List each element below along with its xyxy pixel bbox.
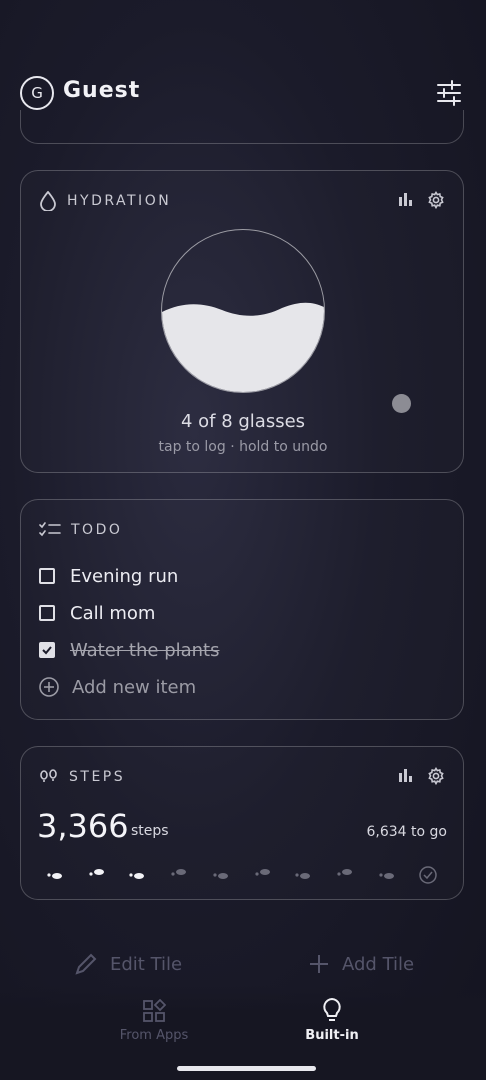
- todo-checkbox[interactable]: [39, 568, 55, 584]
- app-header: G Guest: [20, 76, 466, 110]
- todo-item[interactable]: Evening run: [39, 563, 178, 589]
- water-glass[interactable]: [161, 229, 325, 393]
- todo-item-label: Water the plants: [70, 639, 220, 661]
- todo-tile: TODO Evening run Call mom Water the plan…: [20, 499, 464, 720]
- gear-icon[interactable]: [427, 766, 445, 786]
- apps-grid-icon: [143, 999, 166, 1022]
- tab-from-apps[interactable]: From Apps: [79, 997, 229, 1047]
- footprint-icon: [211, 867, 233, 883]
- hydration-title: HYDRATION: [67, 193, 172, 209]
- todo-checkbox-checked[interactable]: [39, 642, 55, 658]
- steps-count: 3,366: [37, 807, 129, 845]
- add-item-label: Add new item: [72, 676, 197, 698]
- lightbulb-icon: [323, 997, 341, 1021]
- goal-check-icon: [418, 865, 440, 884]
- footprint-icon: [87, 867, 109, 883]
- tab-from-apps-label: From Apps: [119, 1028, 189, 1043]
- footprint-icon: [253, 867, 275, 883]
- todo-checkbox[interactable]: [39, 605, 55, 621]
- bar-chart-icon[interactable]: [397, 191, 415, 209]
- edit-tile-button[interactable]: Edit Tile: [74, 950, 182, 978]
- edit-tile-label: Edit Tile: [110, 953, 183, 975]
- plus-icon: [310, 955, 328, 973]
- previous-tile-edge: [20, 110, 464, 144]
- footprint-icon: [335, 867, 357, 883]
- steps-remaining: 6,634 to go: [366, 824, 448, 840]
- steps-tile[interactable]: STEPS 3,366 steps 6,634 to go: [20, 746, 464, 900]
- todo-item[interactable]: Call mom: [39, 600, 155, 626]
- checklist-icon: [39, 522, 61, 537]
- sliders-icon[interactable]: [436, 80, 462, 106]
- footprint-icon: [45, 867, 67, 883]
- steps-title-row: STEPS: [39, 767, 125, 787]
- hydration-tile[interactable]: HYDRATION 4 of 8 glasses tap to log · ho…: [20, 170, 464, 473]
- home-indicator: [177, 1066, 316, 1071]
- todo-item[interactable]: Water the plants: [39, 637, 220, 663]
- username: Guest: [63, 78, 141, 103]
- checkmark-icon: [42, 646, 52, 655]
- todo-title-row: TODO: [39, 520, 122, 540]
- hydration-hint: tap to log · hold to undo: [158, 439, 328, 455]
- plus-circle-icon: [39, 677, 59, 697]
- footprint-icon: [127, 867, 149, 883]
- footprint-icon: [293, 867, 315, 883]
- add-tile-button[interactable]: Add Tile: [308, 950, 414, 978]
- avatar[interactable]: G: [20, 76, 54, 110]
- tab-built-in[interactable]: Built-in: [257, 997, 407, 1047]
- bar-chart-icon[interactable]: [397, 767, 415, 785]
- gear-icon[interactable]: [427, 190, 445, 210]
- droplet-icon: [40, 191, 56, 211]
- footprints-icon: [40, 769, 57, 782]
- add-item-button[interactable]: Add new item: [39, 674, 196, 700]
- tab-built-in-label: Built-in: [305, 1028, 359, 1043]
- pencil-icon: [75, 953, 97, 975]
- hydration-title-row: HYDRATION: [39, 191, 171, 211]
- avatar-letter: G: [31, 84, 43, 102]
- add-tile-label: Add Tile: [342, 953, 415, 975]
- footprint-icon: [377, 867, 399, 883]
- todo-item-label: Call mom: [70, 602, 156, 624]
- footprint-icon: [169, 867, 191, 883]
- steps-title: STEPS: [69, 769, 126, 785]
- drag-handle-dot[interactable]: [392, 394, 411, 413]
- todo-title: TODO: [71, 522, 123, 538]
- glasses-count: 4 of 8 glasses: [180, 411, 306, 432]
- steps-unit: steps: [131, 823, 169, 839]
- todo-item-label: Evening run: [70, 565, 179, 587]
